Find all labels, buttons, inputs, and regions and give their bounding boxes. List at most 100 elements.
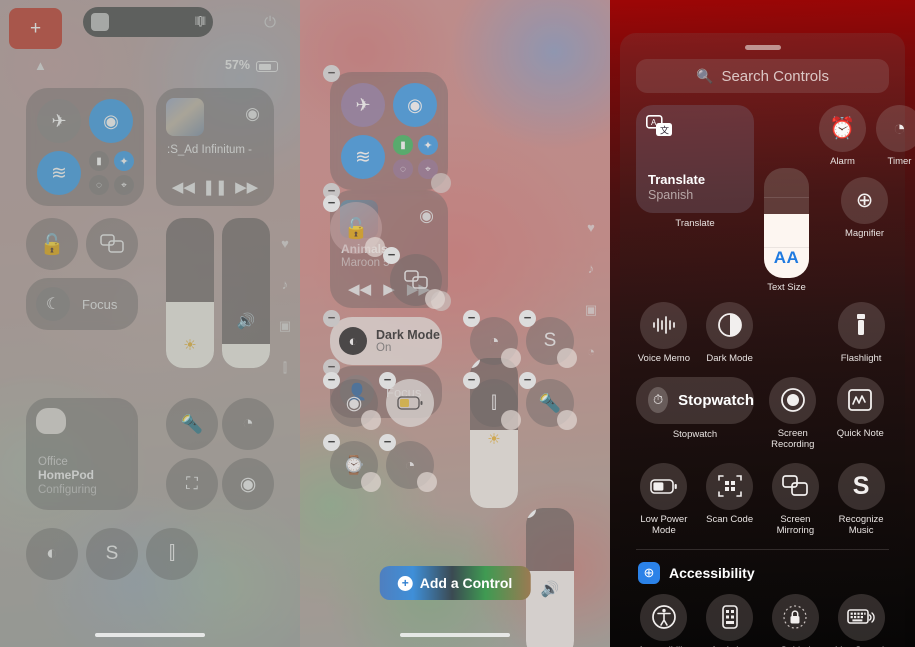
cellular-icon[interactable]: ▮ bbox=[393, 135, 413, 155]
resize-handle[interactable] bbox=[361, 410, 381, 430]
now-playing-module[interactable]: ◉ :S_Ad Infinitum - ◀◀ ❚❚ ▶▶ bbox=[156, 88, 274, 206]
remove-icon[interactable]: − bbox=[519, 372, 536, 389]
timer-small-icon[interactable]: ◔ bbox=[582, 344, 600, 359]
cellular-icon[interactable]: ▮ bbox=[89, 151, 109, 171]
airdrop-icon[interactable]: ◉ bbox=[393, 83, 437, 127]
resize-handle[interactable] bbox=[361, 472, 381, 492]
home-accessory-tile[interactable]: Office HomePod Configuring bbox=[26, 398, 138, 510]
rotation-lock-icon[interactable]: − 🔓 bbox=[323, 195, 385, 257]
remove-icon[interactable]: − bbox=[379, 434, 396, 451]
flashlight-icon[interactable]: − 🔦 bbox=[519, 372, 577, 430]
satellite-icon[interactable]: ⌖ bbox=[114, 175, 134, 195]
low-power-mode-icon[interactable]: − bbox=[379, 372, 434, 427]
resize-handle[interactable] bbox=[501, 410, 521, 430]
resize-handle[interactable] bbox=[425, 289, 445, 309]
add-button-red[interactable]: + bbox=[9, 8, 62, 49]
screen-recording-icon[interactable]: − ◉ bbox=[323, 372, 381, 430]
heart-icon[interactable]: ♥ bbox=[276, 236, 294, 251]
shazam-icon[interactable]: S bbox=[86, 528, 138, 580]
connectivity-module[interactable]: ✈ ◉ ≋ ▮ ✦ ◌ ⌖ bbox=[26, 88, 144, 206]
focus-tile[interactable]: ☾ Focus bbox=[26, 278, 138, 330]
pause-icon[interactable]: ❚❚ bbox=[202, 178, 227, 196]
airplane-mode-icon[interactable]: ✈ bbox=[341, 83, 385, 127]
dark-mode-icon[interactable]: ◐ bbox=[26, 528, 78, 580]
next-icon[interactable]: ▶▶ bbox=[235, 178, 258, 196]
search-input[interactable]: 🔍 Search Controls bbox=[636, 59, 889, 93]
resize-handle[interactable] bbox=[557, 410, 577, 430]
gallery-item-scan-code[interactable]: Scan Code bbox=[702, 462, 758, 537]
gallery-item-voice-memo[interactable]: Voice Memo bbox=[636, 301, 692, 365]
gallery-item-screen-recording[interactable]: Screen Recording bbox=[764, 376, 822, 451]
airplane-mode-icon[interactable]: ✈ bbox=[37, 99, 81, 143]
resize-handle[interactable] bbox=[431, 173, 451, 193]
volume-slider[interactable]: 🔊 bbox=[222, 218, 270, 368]
vpn-icon[interactable]: ◌ bbox=[393, 159, 413, 179]
timer-icon-2[interactable]: − ◔ bbox=[379, 434, 437, 492]
connectivity-module-edit[interactable]: − ✈ ◉ ≋ ▮ ✦ ◌ ⌖ bbox=[323, 65, 451, 193]
vpn-icon[interactable]: ◌ bbox=[89, 175, 109, 195]
timer-icon[interactable]: ◔ bbox=[222, 398, 274, 450]
scan-code-icon[interactable]: ⛶ bbox=[166, 458, 218, 510]
gallery-item-magnifier[interactable]: ⊕ Magnifier bbox=[841, 177, 888, 240]
voice-memo-icon[interactable]: − ⫿ bbox=[463, 372, 521, 430]
sliders-icon[interactable]: ⫿ bbox=[276, 360, 294, 376]
gallery-item-screen-mirroring[interactable]: Screen Mirroring bbox=[768, 462, 824, 537]
music-note-icon[interactable]: ♪ bbox=[276, 277, 294, 292]
resize-handle[interactable] bbox=[417, 472, 437, 492]
volume-slider[interactable]: − 🔊 bbox=[526, 508, 574, 647]
bluetooth-icon[interactable]: ✦ bbox=[114, 151, 134, 171]
camera-icon[interactable]: ▣ bbox=[276, 318, 294, 334]
resize-handle[interactable] bbox=[365, 237, 385, 257]
bluetooth-icon[interactable]: ✦ bbox=[418, 135, 438, 155]
previous-icon[interactable]: ◀◀ bbox=[172, 178, 195, 196]
flashlight-icon[interactable]: 🔦 bbox=[166, 398, 218, 450]
shazam-icon[interactable]: − S bbox=[519, 310, 577, 368]
gallery-item-dark-mode[interactable]: Dark Mode bbox=[702, 301, 758, 365]
stopwatch-tile[interactable]: ⏱ Stopwatch bbox=[636, 376, 754, 424]
dark-mode-tile[interactable]: − ◐ Dark Mode On bbox=[323, 310, 442, 365]
airdrop-icon[interactable]: ◉ bbox=[89, 99, 133, 143]
rotation-lock-icon[interactable]: 🔓 bbox=[26, 218, 78, 270]
remove-icon[interactable]: − bbox=[526, 508, 536, 518]
remove-icon[interactable]: − bbox=[323, 372, 340, 389]
wifi-toggle-icon[interactable]: ≋ bbox=[341, 135, 385, 179]
remove-icon[interactable]: − bbox=[323, 195, 340, 212]
add-a-control-button[interactable]: + Add a Control bbox=[379, 566, 531, 600]
airplay-icon[interactable]: ◉ bbox=[245, 104, 260, 124]
music-note-icon[interactable]: ♪ bbox=[582, 261, 600, 276]
gallery-item-flashlight[interactable]: Flashlight bbox=[833, 301, 889, 365]
remove-icon[interactable]: − bbox=[323, 65, 340, 82]
remove-icon[interactable]: − bbox=[463, 310, 480, 327]
gallery-item-low-power[interactable]: Low Power Mode bbox=[636, 462, 692, 537]
remove-icon[interactable]: − bbox=[323, 434, 340, 451]
heart-icon[interactable]: ♥ bbox=[582, 220, 600, 235]
screen-recording-icon[interactable]: ◉ bbox=[222, 458, 274, 510]
brightness-slider[interactable]: ☀ bbox=[166, 218, 214, 368]
gallery-item-alarm[interactable]: ⏰ Alarm bbox=[819, 105, 866, 168]
ping-watch-icon[interactable]: − ⌚ bbox=[323, 434, 381, 492]
screen-mirroring-icon[interactable] bbox=[86, 218, 138, 270]
gallery-item-recognize-music[interactable]: S Recognize Music bbox=[833, 462, 889, 537]
text-size-tile[interactable]: AA bbox=[764, 168, 809, 278]
camera-icon[interactable]: ▣ bbox=[582, 302, 600, 318]
gallery-item-live-speech[interactable]: Live Speech bbox=[833, 593, 889, 647]
power-icon[interactable]: ⏻ bbox=[264, 14, 276, 31]
resize-handle[interactable] bbox=[557, 348, 577, 368]
gallery-item-assistive-access[interactable]: Assistive Access bbox=[702, 593, 758, 647]
screen-mirroring-icon[interactable]: − bbox=[383, 247, 445, 309]
remove-icon[interactable]: − bbox=[383, 247, 400, 264]
gallery-item-guided-access[interactable]: Guided Access bbox=[768, 593, 824, 647]
dynamic-island[interactable]: ⦀⫿⦀ bbox=[83, 7, 213, 37]
wifi-toggle-icon[interactable]: ≋ bbox=[37, 151, 81, 195]
remove-icon[interactable]: − bbox=[323, 310, 340, 327]
remove-icon[interactable]: − bbox=[463, 372, 480, 389]
sheet-grabber[interactable] bbox=[744, 45, 781, 50]
translate-tile[interactable]: A 文 Translate Spanish bbox=[636, 105, 754, 213]
resize-handle[interactable] bbox=[501, 348, 521, 368]
voice-memo-icon[interactable]: ⫿ bbox=[146, 528, 198, 580]
remove-icon[interactable]: − bbox=[379, 372, 396, 389]
gallery-item-accessibility-shortcuts[interactable]: Accessibility Shortcuts bbox=[636, 593, 692, 647]
gallery-item-quick-note[interactable]: Quick Note bbox=[832, 376, 890, 451]
remove-icon[interactable]: − bbox=[519, 310, 536, 327]
remove-icon[interactable]: − bbox=[470, 358, 480, 368]
